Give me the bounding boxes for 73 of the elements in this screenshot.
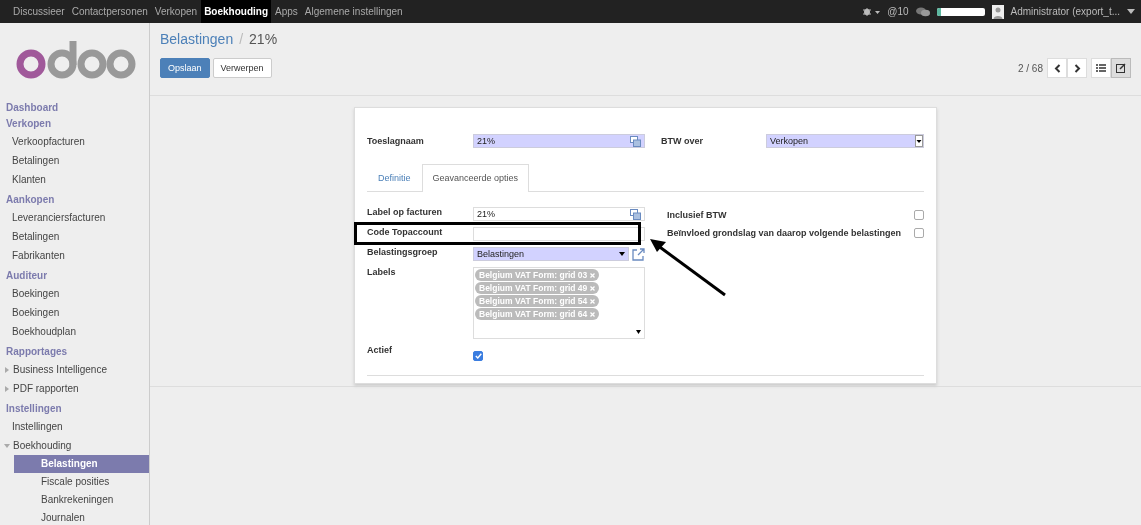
translate-icon[interactable] [630,208,641,220]
chat-icon[interactable] [915,6,930,17]
save-button[interactable]: Opslaan [160,58,210,78]
status-bar [936,7,985,16]
sidebar-item[interactable]: Bankrekeningen [14,491,149,509]
sidebar-item[interactable]: Instellingen [0,417,149,436]
expand-icon[interactable] [4,385,10,392]
page-title: 21% [249,31,278,47]
menu-item[interactable]: Contactpersonen [68,0,151,23]
field-label: Belastingsgroep [367,247,439,257]
menu-item[interactable]: Apps [272,0,301,23]
caret-icon[interactable] [619,252,625,256]
sidebar-item[interactable]: Boekingen [0,303,149,322]
chevron-right-icon [1073,63,1081,73]
caret-icon[interactable] [636,330,641,334]
field-label: Beïnvloed grondslag van daarop volgende belastingen [667,228,902,238]
checkbox[interactable] [914,228,924,238]
user-menu[interactable]: Administrator (export_t... [1010,6,1120,17]
bug-icon[interactable] [862,6,881,17]
form-view-button[interactable] [1111,58,1131,78]
sidebar-item[interactable]: Journalen [14,509,149,525]
next-button[interactable] [1067,58,1087,78]
previous-button[interactable] [1047,58,1067,78]
name-field[interactable]: 21% [473,134,645,148]
tab[interactable]: Geavanceerde opties [421,164,530,192]
pager-text: 2 / 68 [1017,62,1043,74]
sidebar-item[interactable]: Boekingen [0,284,149,303]
sidebar-item[interactable]: Verkoopfacturen [0,132,149,151]
input-field[interactable]: 21% [473,207,645,221]
sidebar-item[interactable]: PDF rapporten [0,379,149,398]
field-label: Inclusief BTW [667,210,727,220]
checkbox[interactable] [914,210,924,220]
menu-item[interactable]: Boekhouding [201,0,271,23]
field-label: Code Topaccount [367,227,444,237]
field-label: Label op facturen [367,207,443,217]
external-link-icon[interactable] [632,247,645,261]
expand-icon[interactable] [4,366,10,373]
menu-item[interactable]: Verkopen [151,0,201,23]
sidebar-item[interactable]: Business Intelligence [0,360,149,379]
sidebar-item[interactable]: Betalingen [0,227,149,246]
sidebar-item[interactable]: Belastingen [14,455,149,473]
type-select[interactable]: Verkopen [766,134,924,148]
translate-icon[interactable] [630,135,641,147]
list-icon [1096,64,1106,72]
field-label: Labels [367,267,397,277]
dropdown-icon[interactable] [915,135,923,147]
breadcrumb-link[interactable]: Belastingen [160,31,234,47]
sidebar-item[interactable]: Fiscale posities [14,473,149,491]
expand-icon[interactable] [4,442,10,449]
sidebar-item[interactable]: Fabrikanten [0,246,149,265]
breadcrumb-separator: / [239,31,244,47]
discard-button[interactable]: Verwerpen [212,58,272,78]
caret-icon[interactable] [1127,9,1135,14]
field-label: Toeslagnaam [367,136,425,146]
field-label: BTW over [660,136,704,146]
group-select[interactable]: Belastingen [473,247,629,261]
checkbox[interactable] [473,351,483,361]
sidebar-item[interactable]: Klanten [0,170,149,189]
menu-item[interactable]: Algemene instellingen [301,0,406,23]
sidebar-item[interactable]: Betalingen [0,151,149,170]
field-label: Actief [367,345,393,355]
mentions-count[interactable]: @10 [887,6,909,17]
menu-item[interactable]: Discussieer [10,0,68,23]
sidebar-heading[interactable]: Verkopen [0,116,149,132]
list-view-button[interactable] [1091,58,1111,78]
tab[interactable]: Definitie [367,164,422,191]
sidebar-item[interactable]: Boekhoudplan [0,322,149,341]
sidebar-item[interactable]: Leveranciersfacturen [0,208,149,227]
edit-icon [1116,63,1126,73]
input-field[interactable] [473,227,645,241]
sidebar-item[interactable]: Boekhouding [0,436,149,455]
avatar-icon[interactable] [991,4,1004,19]
chevron-left-icon [1053,63,1061,73]
